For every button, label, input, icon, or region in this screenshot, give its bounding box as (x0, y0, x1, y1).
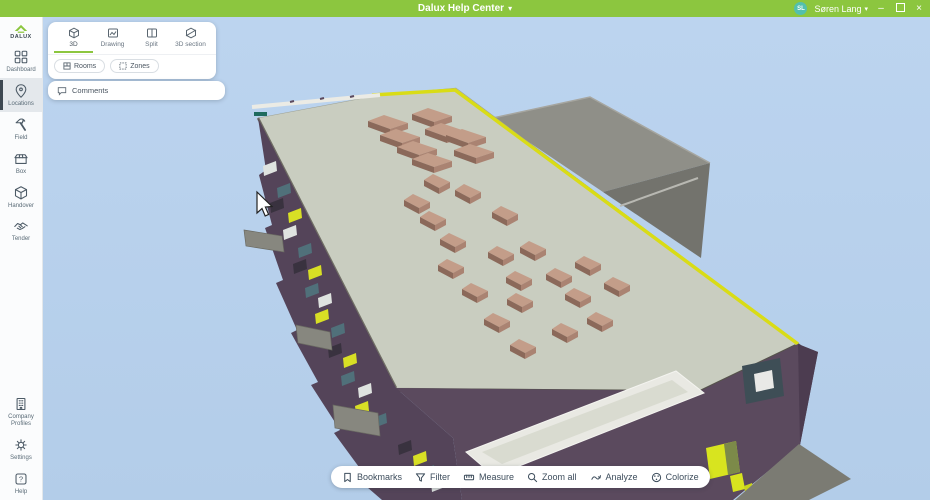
chevron-down-icon: ▾ (508, 4, 512, 13)
analyze-button[interactable]: Analyze (590, 472, 638, 483)
close-button[interactable]: × (913, 4, 925, 14)
sidebar-item-company-profiles[interactable]: Company Profiles (0, 391, 42, 432)
svg-text:?: ? (19, 475, 23, 484)
maximize-icon (896, 3, 905, 12)
chevron-down-icon: ▾ (864, 5, 868, 13)
dashboard-icon (13, 49, 29, 65)
sidebar-spacer (0, 247, 42, 391)
package-cube-icon (13, 185, 29, 201)
magnifier-icon (527, 472, 538, 483)
tab-3d-section[interactable]: 3D section (171, 25, 210, 53)
rooms-icon (63, 62, 71, 70)
sidebar-item-settings[interactable]: Settings (0, 432, 42, 466)
comment-bubble-icon (57, 86, 67, 96)
cube-icon (68, 27, 80, 39)
zoom-all-button[interactable]: Zoom all (527, 472, 577, 483)
help-icon: ? (13, 471, 29, 487)
zones-button[interactable]: Zones (110, 59, 158, 73)
palette-icon (651, 472, 662, 483)
user-name: Søren Lang (814, 4, 861, 14)
tab-drawing[interactable]: Drawing (93, 25, 132, 53)
viewport: 3D Drawing Split 3D section (42, 17, 930, 500)
titlebar: Dalux Help Center ▾ SL Søren Lang ▾ – × (0, 0, 930, 17)
minimize-button[interactable]: – (875, 4, 887, 14)
sidebar-item-field[interactable]: Field (0, 112, 42, 146)
location-pin-icon (13, 83, 29, 99)
analyze-icon (590, 472, 602, 483)
viewer-toolbar: Bookmarks Filter Measure Zoom all A (331, 466, 710, 488)
building-icon (13, 396, 29, 412)
view-mode-card: 3D Drawing Split 3D section (48, 22, 216, 79)
bookmark-icon (342, 472, 353, 483)
dalux-house-icon (13, 22, 29, 33)
hammer-icon (13, 117, 29, 133)
colorize-button[interactable]: Colorize (651, 472, 699, 483)
dalux-logo: DALUX (0, 17, 42, 44)
filter-button[interactable]: Filter (415, 472, 450, 483)
project-title: Dalux Help Center (418, 3, 504, 14)
rooms-button[interactable]: Rooms (54, 59, 105, 73)
sidebar-item-locations[interactable]: Locations (0, 78, 42, 112)
ruler-icon (463, 472, 475, 483)
avatar[interactable]: SL (794, 2, 807, 15)
split-view-icon (146, 27, 158, 39)
sidebar-item-help[interactable]: ? Help (0, 466, 42, 500)
comments-button[interactable]: Comments (48, 81, 225, 100)
box-icon (13, 151, 29, 167)
measure-button[interactable]: Measure (463, 472, 514, 483)
sidebar: DALUX Dashboard Locations Field Box (0, 17, 43, 500)
tab-split[interactable]: Split (132, 25, 171, 53)
filter-icon (415, 472, 426, 483)
maximize-button[interactable] (894, 3, 906, 15)
gear-icon (13, 437, 29, 453)
project-selector[interactable]: Dalux Help Center ▾ (0, 0, 930, 17)
cube-section-icon (185, 27, 197, 39)
logo-text: DALUX (10, 34, 31, 40)
handshake-icon (13, 218, 29, 234)
sidebar-item-box[interactable]: Box (0, 146, 42, 180)
sidebar-item-handover[interactable]: Handover (0, 180, 42, 214)
drawing-icon (107, 27, 119, 39)
user-menu[interactable]: Søren Lang ▾ (814, 4, 868, 14)
parapet-sign (254, 112, 267, 116)
zones-icon (119, 62, 127, 70)
bookmarks-button[interactable]: Bookmarks (342, 472, 402, 483)
tab-3d[interactable]: 3D (54, 25, 93, 53)
sidebar-item-tender[interactable]: Tender (0, 213, 42, 247)
sidebar-item-dashboard[interactable]: Dashboard (0, 44, 42, 78)
